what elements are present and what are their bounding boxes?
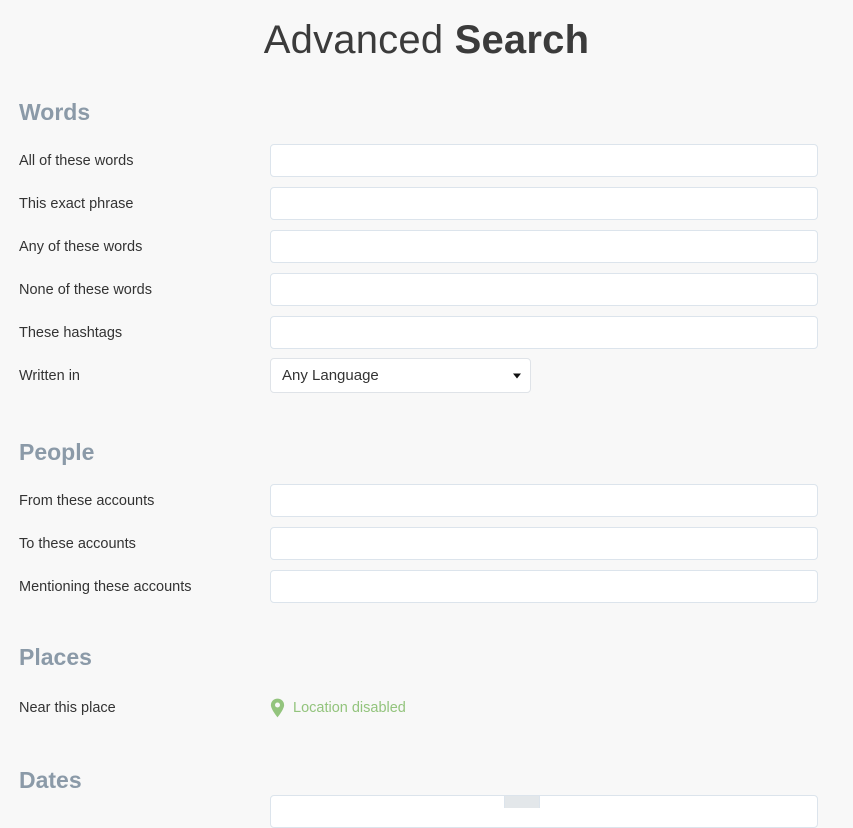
page-title: Advanced Search bbox=[0, 0, 853, 64]
advanced-search-page: Advanced Search Words All of these words… bbox=[0, 0, 853, 828]
location-status: Location disabled bbox=[270, 695, 853, 721]
map-pin-icon bbox=[270, 698, 285, 717]
label-mentioning-accounts: Mentioning these accounts bbox=[19, 578, 192, 595]
field-mentioning-accounts bbox=[270, 570, 853, 603]
form-row-from-accounts: From these accounts bbox=[19, 479, 853, 522]
label-from-accounts: From these accounts bbox=[19, 492, 155, 509]
field-near-place: Location disabled bbox=[270, 695, 853, 721]
people-rows: From these accounts To these accounts Me… bbox=[19, 479, 853, 608]
language-select[interactable]: Any Language bbox=[270, 358, 531, 393]
input-to-accounts[interactable] bbox=[270, 527, 818, 560]
input-from-accounts[interactable] bbox=[270, 484, 818, 517]
form-row-mentioning-accounts: Mentioning these accounts bbox=[19, 565, 853, 608]
input-hashtags[interactable] bbox=[270, 316, 818, 349]
input-all-words[interactable] bbox=[270, 144, 818, 177]
label-hashtags: These hashtags bbox=[19, 324, 123, 341]
words-rows: All of these words This exact phrase Any… bbox=[19, 139, 853, 397]
label-written-in: Written in bbox=[19, 367, 80, 384]
section-heading-words: Words bbox=[19, 99, 91, 125]
form-row-near-place: Near this place Location disabled bbox=[19, 686, 853, 729]
section-heading-places: Places bbox=[19, 644, 92, 670]
field-from-accounts bbox=[270, 484, 853, 517]
field-any-words bbox=[270, 230, 853, 263]
section-heading-people: People bbox=[19, 439, 95, 465]
date-range-separator bbox=[504, 796, 540, 808]
input-any-words[interactable] bbox=[270, 230, 818, 263]
label-near-place: Near this place bbox=[19, 699, 116, 716]
section-dates: Dates bbox=[0, 767, 853, 793]
field-to-accounts bbox=[270, 527, 853, 560]
form-row-any-words: Any of these words bbox=[19, 225, 853, 268]
places-rows: Near this place Location disabled bbox=[19, 686, 853, 729]
language-select-wrapper: Any Language bbox=[270, 358, 531, 393]
input-mentioning-accounts[interactable] bbox=[270, 570, 818, 603]
form-row-written-in: Written in Any Language bbox=[19, 354, 853, 397]
page-title-bold: Search bbox=[454, 18, 590, 62]
section-people: People From these accounts To these acco… bbox=[0, 439, 853, 608]
date-range-input-partial[interactable] bbox=[270, 795, 818, 828]
label-any-words: Any of these words bbox=[19, 238, 143, 255]
field-none-words bbox=[270, 273, 853, 306]
form-row-exact-phrase: This exact phrase bbox=[19, 182, 853, 225]
field-hashtags bbox=[270, 316, 853, 349]
form-row-hashtags: These hashtags bbox=[19, 311, 853, 354]
page-title-normal: Advanced bbox=[263, 18, 455, 62]
label-all-words: All of these words bbox=[19, 152, 134, 169]
field-written-in: Any Language bbox=[270, 358, 853, 393]
form-row-all-words: All of these words bbox=[19, 139, 853, 182]
label-to-accounts: To these accounts bbox=[19, 535, 136, 552]
label-none-words: None of these words bbox=[19, 281, 152, 298]
label-exact-phrase: This exact phrase bbox=[19, 195, 134, 212]
section-places: Places Near this place Location disabled bbox=[0, 644, 853, 729]
section-heading-dates: Dates bbox=[19, 767, 82, 793]
input-none-words[interactable] bbox=[270, 273, 818, 306]
input-exact-phrase[interactable] bbox=[270, 187, 818, 220]
field-all-words bbox=[270, 144, 853, 177]
language-select-value: Any Language bbox=[282, 367, 379, 384]
field-exact-phrase bbox=[270, 187, 853, 220]
form-row-none-words: None of these words bbox=[19, 268, 853, 311]
form-row-to-accounts: To these accounts bbox=[19, 522, 853, 565]
location-disabled-text: Location disabled bbox=[293, 699, 406, 716]
section-words: Words All of these words This exact phra… bbox=[0, 99, 853, 397]
